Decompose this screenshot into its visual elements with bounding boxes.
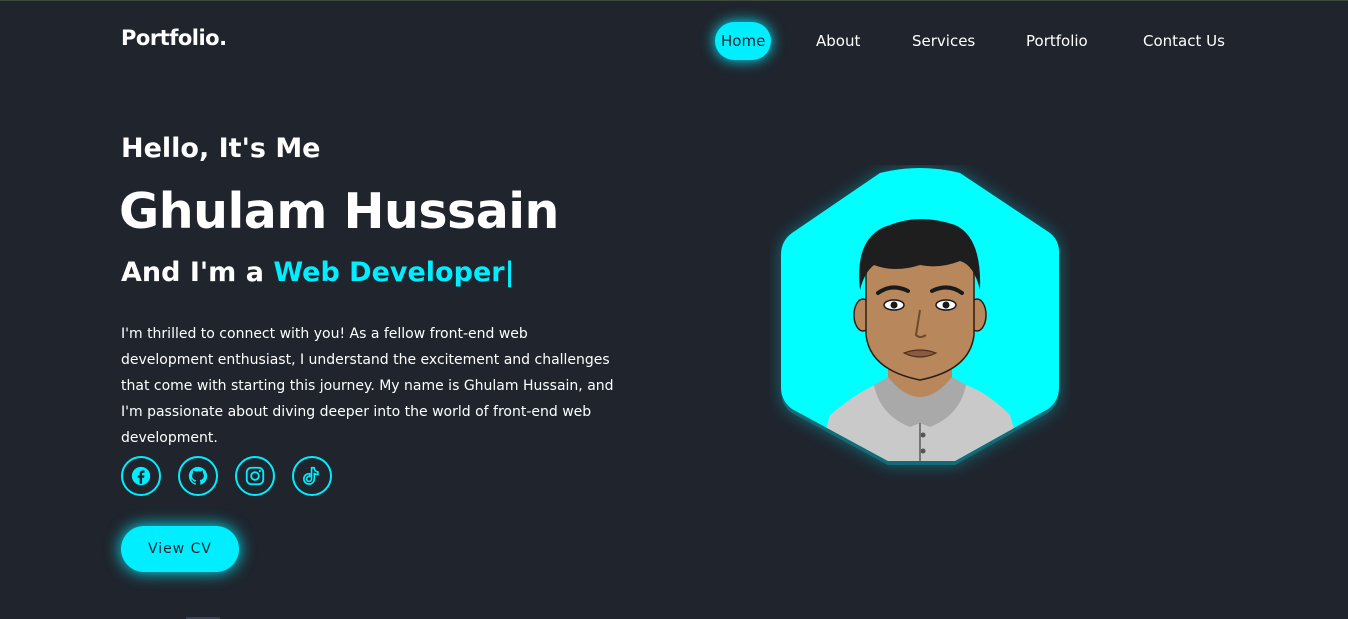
tiktok-icon — [303, 466, 319, 485]
facebook-icon — [131, 466, 151, 486]
role-highlight: Web Developer — [273, 257, 505, 288]
site-header: Portfolio. Home About Services Portfolio… — [0, 0, 1348, 82]
instagram-icon — [245, 466, 265, 486]
avatar-illustration — [781, 168, 1060, 465]
hero-description: I'm thrilled to connect with you! As a f… — [121, 326, 614, 446]
instagram-link[interactable] — [235, 456, 275, 496]
nav-services[interactable]: Services — [912, 22, 975, 60]
nav-home[interactable]: Home — [715, 22, 772, 60]
nav-contact[interactable]: Contact Us — [1143, 22, 1225, 60]
typing-cursor: | — [504, 257, 515, 288]
role-prefix: And I'm a — [121, 257, 274, 288]
view-cv-button[interactable]: View CV — [121, 526, 239, 572]
nav-about[interactable]: About — [816, 22, 860, 60]
nav-portfolio[interactable]: Portfolio — [1026, 22, 1088, 60]
tiktok-link[interactable] — [292, 456, 332, 496]
facebook-link[interactable] — [121, 456, 161, 496]
hero-name: Ghulam Hussain — [119, 183, 559, 240]
github-icon — [188, 466, 208, 485]
hero-greeting: Hello, It's Me — [121, 133, 321, 164]
github-link[interactable] — [178, 456, 218, 496]
main-nav: Home About Services Portfolio Contact Us — [0, 22, 1348, 60]
hero-role: And I'm a Web Developer| — [121, 257, 514, 288]
avatar-hexagon — [770, 165, 1070, 485]
